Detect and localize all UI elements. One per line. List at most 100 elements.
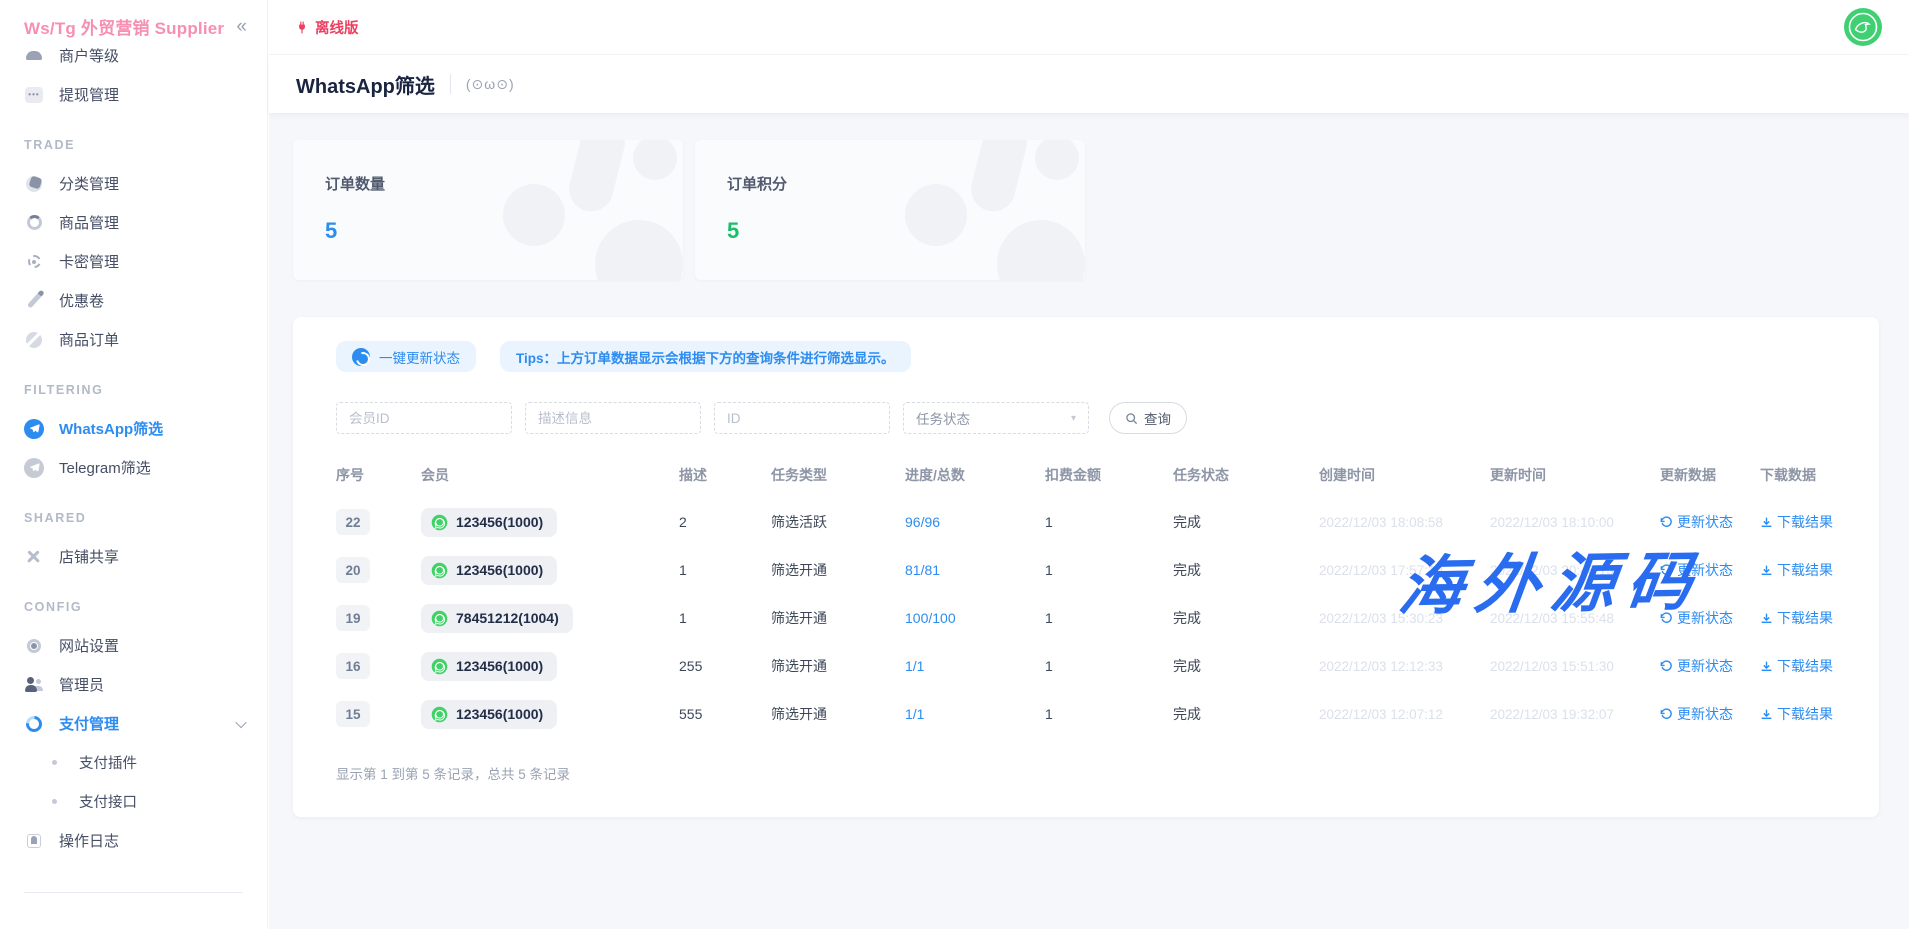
col-fee: 扣费金额	[1045, 465, 1173, 485]
col-updated: 更新时间	[1490, 465, 1660, 485]
cell-progress-link[interactable]: 1/1	[905, 658, 1045, 674]
cell-status: 完成	[1173, 656, 1319, 676]
search-button[interactable]: 查询	[1109, 402, 1187, 434]
whatsapp-icon	[431, 706, 448, 723]
description-input[interactable]	[525, 402, 701, 434]
id-input[interactable]	[714, 402, 890, 434]
chevron-down-icon	[235, 716, 246, 727]
update-status-link[interactable]: 更新状态	[1660, 560, 1733, 580]
cell-status: 完成	[1173, 512, 1319, 532]
table-footer-summary: 显示第 1 到第 5 条记录，总共 5 条记录	[336, 763, 1843, 783]
cell-fee: 1	[1045, 658, 1173, 674]
update-status-link[interactable]: 更新状态	[1660, 608, 1733, 628]
sidebar-item-telegram-filter[interactable]: Telegram筛选	[0, 448, 267, 487]
sidebar-item-product[interactable]: 商品管理	[0, 203, 267, 242]
sidebar-item-label: WhatsApp筛选	[59, 418, 163, 439]
sidebar-item-label: 卡密管理	[59, 251, 119, 272]
pie-chart-icon	[24, 714, 44, 734]
sidebar-item-admin[interactable]: 管理员	[0, 665, 267, 704]
task-status-placeholder: 任务状态	[916, 408, 970, 428]
cell-task-type: 筛选开通	[771, 704, 905, 724]
update-status-link[interactable]: 更新状态	[1660, 656, 1733, 676]
filter-table-card: 一键更新状态 Tips：上方订单数据显示会根据下方的查询条件进行筛选显示。 任务…	[293, 317, 1879, 817]
cell-task-type: 筛选活跃	[771, 512, 905, 532]
refresh-circle-icon	[352, 348, 370, 366]
cell-task-type: 筛选开通	[771, 608, 905, 628]
sidebar-item-site-settings[interactable]: 网站设置	[0, 626, 267, 665]
order-icon	[24, 330, 44, 350]
gear-icon	[24, 636, 44, 656]
col-status: 任务状态	[1173, 465, 1319, 485]
avatar[interactable]	[1843, 7, 1883, 47]
sidebar-item-withdraw[interactable]: ••• 提现管理	[0, 75, 267, 114]
refresh-icon	[1660, 708, 1673, 721]
cell-updated-time: 2022/12/03 19:32:07	[1490, 707, 1660, 722]
search-label: 查询	[1144, 408, 1171, 428]
cell-progress-link[interactable]: 100/100	[905, 610, 1045, 626]
sidebar-item-log[interactable]: 操作日志	[0, 821, 267, 860]
sidebar-collapse-icon[interactable]: «	[236, 17, 247, 36]
cell-fee: 1	[1045, 610, 1173, 626]
title-divider	[450, 74, 451, 94]
sidebar-item-grade[interactable]: 商户等级	[0, 48, 267, 75]
stat-cards: 订单数量 5 订单积分 5	[293, 140, 1885, 280]
sidebar-item-label: 分类管理	[59, 173, 119, 194]
whatsapp-icon	[431, 562, 448, 579]
refresh-icon	[1660, 564, 1673, 577]
filter-row: 任务状态 ▾ 查询	[336, 402, 1843, 434]
download-result-link[interactable]: 下载结果	[1760, 608, 1833, 628]
update-all-button[interactable]: 一键更新状态	[336, 341, 476, 372]
refresh-icon	[1660, 516, 1673, 529]
download-result-link[interactable]: 下载结果	[1760, 656, 1833, 676]
sidebar-item-order[interactable]: 商品订单	[0, 320, 267, 359]
dot-icon	[44, 753, 64, 773]
sidebar-menu: 商户等级 ••• 提现管理 TRADE 分类管理 商品管理 卡密管理 优惠卷 商…	[0, 48, 267, 929]
category-icon	[24, 174, 44, 194]
cell-desc: 1	[679, 610, 771, 626]
table-row: 19 78451212(1004) 1 筛选开通 100/100 1 完成 20…	[336, 594, 1843, 642]
sidebar-item-shop-share[interactable]: 店铺共享	[0, 537, 267, 576]
cell-task-type: 筛选开通	[771, 560, 905, 580]
cell-progress-link[interactable]: 1/1	[905, 706, 1045, 722]
col-download-action: 下载数据	[1760, 465, 1843, 485]
sidebar-item-label: 商户等级	[59, 48, 119, 66]
cell-task-type: 筛选开通	[771, 656, 905, 676]
download-result-link[interactable]: 下载结果	[1760, 704, 1833, 724]
content-area: 订单数量 5 订单积分 5 一键更新状态 Tips：上方订单数据显示会根据下方的…	[269, 113, 1909, 929]
update-status-link[interactable]: 更新状态	[1660, 704, 1733, 724]
dot-icon	[44, 792, 64, 812]
section-heading-filtering: FILTERING	[0, 377, 267, 403]
sidebar-item-cardkey[interactable]: 卡密管理	[0, 242, 267, 281]
whatsapp-icon	[431, 610, 448, 627]
offline-badge: 离线版	[295, 17, 359, 38]
download-icon	[1760, 564, 1773, 577]
cell-progress-link[interactable]: 81/81	[905, 562, 1045, 578]
cell-progress-link[interactable]: 96/96	[905, 514, 1045, 530]
member-id-input[interactable]	[336, 402, 512, 434]
member-pill: 123456(1000)	[421, 556, 557, 585]
download-result-link[interactable]: 下载结果	[1760, 512, 1833, 532]
toolbar: 一键更新状态 Tips：上方订单数据显示会根据下方的查询条件进行筛选显示。	[336, 341, 1843, 372]
topbar: 离线版	[269, 0, 1909, 55]
sidebar-item-payment[interactable]: 支付管理	[0, 704, 267, 743]
sidebar-item-label: Telegram筛选	[59, 457, 151, 478]
update-all-label: 一键更新状态	[379, 347, 460, 367]
sidebar-item-label: 店铺共享	[59, 546, 119, 567]
table-row: 20 123456(1000) 1 筛选开通 81/81 1 完成 2022/1…	[336, 546, 1843, 594]
section-heading-trade: TRADE	[0, 132, 267, 158]
plug-icon	[295, 20, 309, 35]
download-result-link[interactable]: 下载结果	[1760, 560, 1833, 580]
sidebar-divider	[24, 892, 243, 893]
update-status-link[interactable]: 更新状态	[1660, 512, 1733, 532]
brand: Ws/Tg 外贸营销 Supplier «	[0, 0, 267, 48]
kaomoji-text: (⊙ω⊙)	[466, 76, 515, 93]
sidebar-item-payment-api[interactable]: 支付接口	[0, 782, 267, 821]
task-status-select[interactable]: 任务状态 ▾	[903, 402, 1089, 434]
sidebar-item-category[interactable]: 分类管理	[0, 164, 267, 203]
sidebar-item-whatsapp-filter[interactable]: WhatsApp筛选	[0, 409, 267, 448]
sidebar-item-coupon[interactable]: 优惠卷	[0, 281, 267, 320]
sidebar-item-payment-plugin[interactable]: 支付插件	[0, 743, 267, 782]
sidebar-item-label: 管理员	[59, 674, 104, 695]
stat-value: 5	[325, 218, 651, 244]
cell-created-time: 2022/12/03 17:57:19	[1319, 563, 1490, 578]
